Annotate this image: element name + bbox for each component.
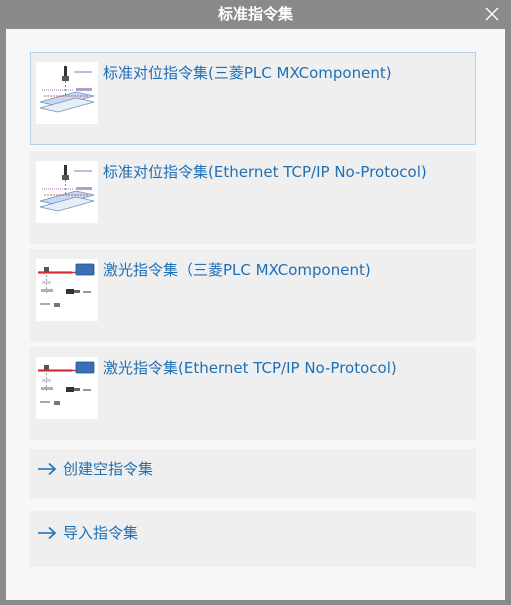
template-card-alignment-mxcomponent[interactable]: 标准对位指令集(三菱PLC MXComponent): [30, 52, 476, 145]
template-card-alignment-ethernet[interactable]: 标准对位指令集(Ethernet TCP/IP No-Protocol): [30, 151, 476, 244]
template-card-label: 激光指令集(Ethernet TCP/IP No-Protocol): [103, 359, 397, 377]
dialog-title: 标准指令集: [217, 5, 293, 23]
laser-diagram-icon: [36, 357, 98, 419]
template-card-laser-mxcomponent[interactable]: 激光指令集（三菱PLC MXComponent): [30, 249, 476, 342]
import-instruction-set-label: 导入指令集: [63, 524, 139, 542]
template-card-laser-ethernet[interactable]: 激光指令集(Ethernet TCP/IP No-Protocol): [30, 347, 476, 440]
close-icon: [485, 7, 499, 21]
laser-diagram-icon: [36, 259, 98, 321]
template-card-label: 标准对位指令集(Ethernet TCP/IP No-Protocol): [103, 163, 427, 181]
title-bar: 标准指令集: [0, 0, 511, 28]
standard-instruction-set-dialog: 标准指令集 标准对位指令集(三菱PLC MXComponent) 标准对位指令集…: [0, 0, 511, 605]
arrow-right-icon: [37, 526, 57, 540]
close-button[interactable]: [483, 5, 501, 23]
template-card-label: 标准对位指令集(三菱PLC MXComponent): [103, 64, 392, 82]
import-instruction-set-button[interactable]: 导入指令集: [30, 511, 476, 567]
alignment-diagram-icon: [36, 161, 98, 223]
create-empty-instruction-set-button[interactable]: 创建空指令集: [30, 449, 476, 499]
arrow-right-icon: [37, 462, 57, 476]
template-card-label: 激光指令集（三菱PLC MXComponent): [103, 261, 371, 279]
alignment-diagram-icon: [36, 62, 98, 124]
dialog-content: 标准对位指令集(三菱PLC MXComponent) 标准对位指令集(Ether…: [6, 29, 505, 600]
create-empty-instruction-set-label: 创建空指令集: [63, 460, 154, 478]
